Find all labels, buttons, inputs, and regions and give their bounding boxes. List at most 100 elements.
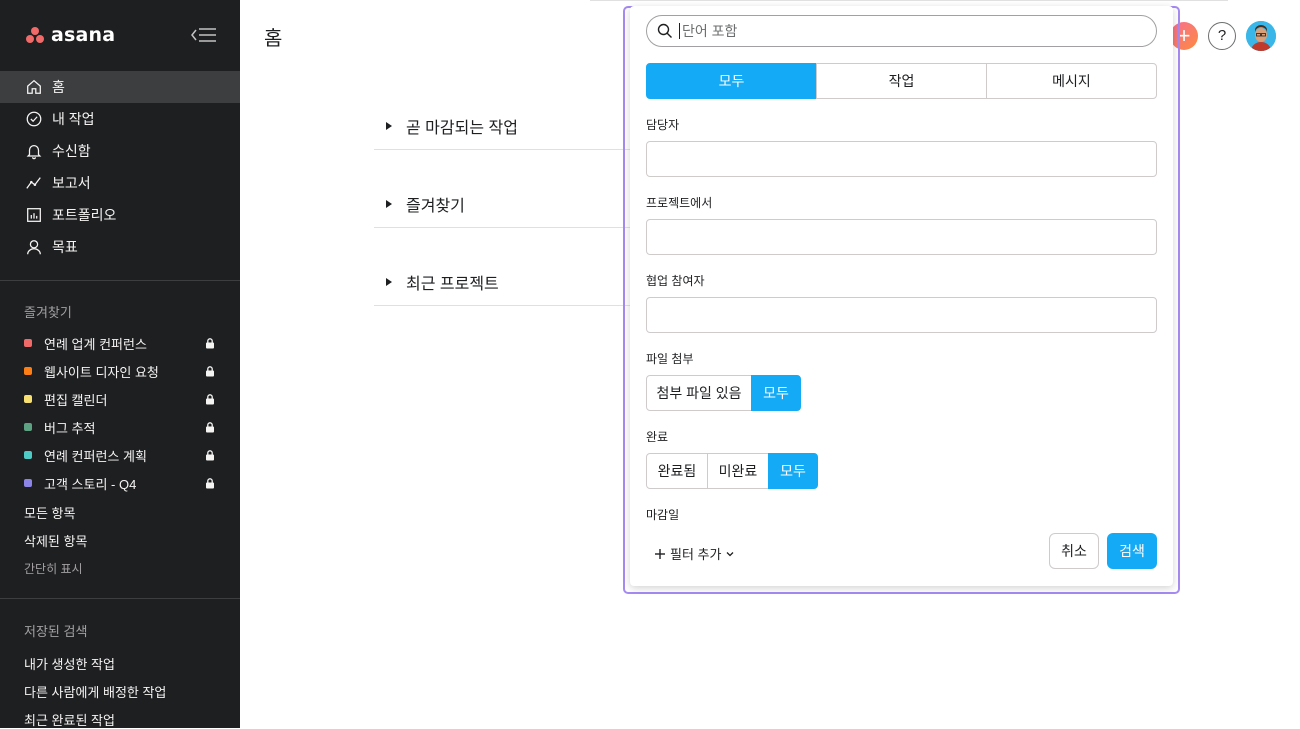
project-color-dot <box>24 479 32 487</box>
sidebar: asana 홈 내 작업 수신함 보고서 포트폴리오 목표 즐겨찾기 연례 업계… <box>0 0 240 728</box>
section-divider <box>374 149 630 150</box>
completion-incomplete-option[interactable]: 미완료 <box>707 453 769 489</box>
search-box[interactable] <box>646 15 1157 47</box>
collaborators-field[interactable] <box>646 297 1157 333</box>
completion-done-option[interactable]: 완료됨 <box>646 453 708 489</box>
attachment-label: 파일 첨부 <box>646 352 694 366</box>
project-color-dot <box>24 339 32 347</box>
bell-icon <box>24 141 44 161</box>
section-label: 곧 마감되는 작업 <box>406 120 518 137</box>
project-field[interactable] <box>646 219 1157 255</box>
section-label: 최근 프로젝트 <box>406 276 499 293</box>
favorite-label: 편집 캘린더 <box>44 392 108 408</box>
completion-toggle: 완료됨 미완료 모두 <box>646 453 818 489</box>
project-color-dot <box>24 395 32 403</box>
favorite-label: 웹사이트 디자인 요청 <box>44 364 159 380</box>
saved-search-item[interactable]: 최근 완료된 작업 <box>24 710 115 729</box>
attachment-toggle: 첨부 파일 있음 모두 <box>646 375 801 411</box>
project-label: 프로젝트에서 <box>646 196 713 210</box>
deleted-items-link[interactable]: 삭제된 항목 <box>24 531 87 550</box>
sidebar-item-goals[interactable]: 목표 <box>0 231 240 263</box>
asana-logo[interactable]: asana <box>26 24 115 46</box>
section-upcoming-tasks[interactable]: 곧 마감되는 작업 <box>374 106 630 146</box>
sidebar-item-my-tasks[interactable]: 내 작업 <box>0 103 240 135</box>
assignee-label: 담당자 <box>646 118 680 132</box>
sidebar-divider <box>0 598 240 599</box>
sidebar-item-label: 홈 <box>52 79 65 95</box>
all-items-link[interactable]: 모든 항목 <box>24 503 75 522</box>
section-favorites[interactable]: 즐겨찾기 <box>374 184 630 224</box>
tab-tasks[interactable]: 작업 <box>816 63 987 99</box>
collapse-sidebar-icon[interactable] <box>190 26 218 44</box>
search-button[interactable]: 검색 <box>1107 533 1157 569</box>
favorite-label: 고객 스토리 - Q4 <box>44 476 137 492</box>
favorite-item[interactable]: 웹사이트 디자인 요청 <box>24 357 216 385</box>
search-input[interactable] <box>679 23 1139 39</box>
favorite-item[interactable]: 연례 컨퍼런스 계획 <box>24 441 216 469</box>
saved-search-item[interactable]: 다른 사람에게 배정한 작업 <box>24 682 166 701</box>
search-icon <box>657 23 672 38</box>
saved-searches-title: 저장된 검색 <box>24 624 88 639</box>
sidebar-item-inbox[interactable]: 수신함 <box>0 135 240 167</box>
logo-text: asana <box>51 24 116 46</box>
chevron-down-icon <box>726 551 734 556</box>
avatar[interactable] <box>1246 21 1276 51</box>
attachment-all-option[interactable]: 모두 <box>751 375 801 411</box>
section-label: 즐겨찾기 <box>406 198 465 215</box>
home-icon <box>24 77 44 97</box>
favorite-label: 연례 컨퍼런스 계획 <box>44 448 147 464</box>
topbar-rule <box>590 0 1228 1</box>
project-color-dot <box>24 367 32 375</box>
favorite-item[interactable]: 편집 캘린더 <box>24 385 216 413</box>
assignee-field[interactable] <box>646 141 1157 177</box>
favorites-title: 즐겨찾기 <box>24 305 72 320</box>
result-type-tabs: 모두 작업 메시지 <box>646 63 1157 99</box>
advanced-search-panel: 모두 작업 메시지 담당자 프로젝트에서 협업 참여자 파일 첨부 첨부 파일 … <box>630 6 1173 586</box>
sidebar-item-label: 목표 <box>52 239 78 255</box>
lock-icon <box>206 478 214 489</box>
sidebar-item-label: 보고서 <box>52 175 91 191</box>
section-divider <box>374 305 630 306</box>
sidebar-item-reports[interactable]: 보고서 <box>0 167 240 199</box>
favorite-item[interactable]: 연례 업계 컨퍼런스 <box>24 329 216 357</box>
due-date-label: 마감일 <box>646 508 680 522</box>
section-recent-projects[interactable]: 최근 프로젝트 <box>374 262 630 302</box>
plus-icon <box>655 548 665 559</box>
project-color-dot <box>24 423 32 431</box>
lock-icon <box>206 450 214 461</box>
sidebar-item-home[interactable]: 홈 <box>0 71 240 103</box>
completion-all-option[interactable]: 모두 <box>768 453 818 489</box>
person-icon <box>24 237 44 257</box>
favorite-item[interactable]: 고객 스토리 - Q4 <box>24 469 216 497</box>
check-circle-icon <box>24 109 44 129</box>
cancel-button[interactable]: 취소 <box>1049 533 1099 569</box>
section-divider <box>374 227 630 228</box>
saved-search-item[interactable]: 내가 생성한 작업 <box>24 654 115 673</box>
help-button[interactable]: ? <box>1208 22 1236 50</box>
project-color-dot <box>24 451 32 459</box>
add-filter-label: 필터 추가 <box>670 547 722 562</box>
attachment-has-files-option[interactable]: 첨부 파일 있음 <box>646 375 752 411</box>
page-title: 홈 <box>264 28 283 50</box>
expand-triangle-icon <box>386 278 392 286</box>
sidebar-divider <box>0 280 240 281</box>
favorite-label: 연례 업계 컨퍼런스 <box>44 336 147 352</box>
lock-icon <box>206 422 214 433</box>
collaborators-label: 협업 참여자 <box>646 274 705 288</box>
bar-chart-icon <box>24 205 44 225</box>
expand-triangle-icon <box>386 122 392 130</box>
completion-label: 완료 <box>646 430 669 444</box>
sidebar-item-label: 수신함 <box>52 143 91 159</box>
asana-logo-icon <box>26 27 45 43</box>
lock-icon <box>206 338 214 349</box>
show-less-link[interactable]: 간단히 표시 <box>24 560 83 577</box>
add-filter-button[interactable]: 필터 추가 <box>654 544 735 563</box>
tab-all[interactable]: 모두 <box>646 63 817 99</box>
tab-messages[interactable]: 메시지 <box>986 63 1157 99</box>
lock-icon <box>206 394 214 405</box>
expand-triangle-icon <box>386 200 392 208</box>
sidebar-item-portfolios[interactable]: 포트폴리오 <box>0 199 240 231</box>
line-chart-icon <box>24 173 44 193</box>
favorite-item[interactable]: 버그 추적 <box>24 413 216 441</box>
lock-icon <box>206 366 214 377</box>
